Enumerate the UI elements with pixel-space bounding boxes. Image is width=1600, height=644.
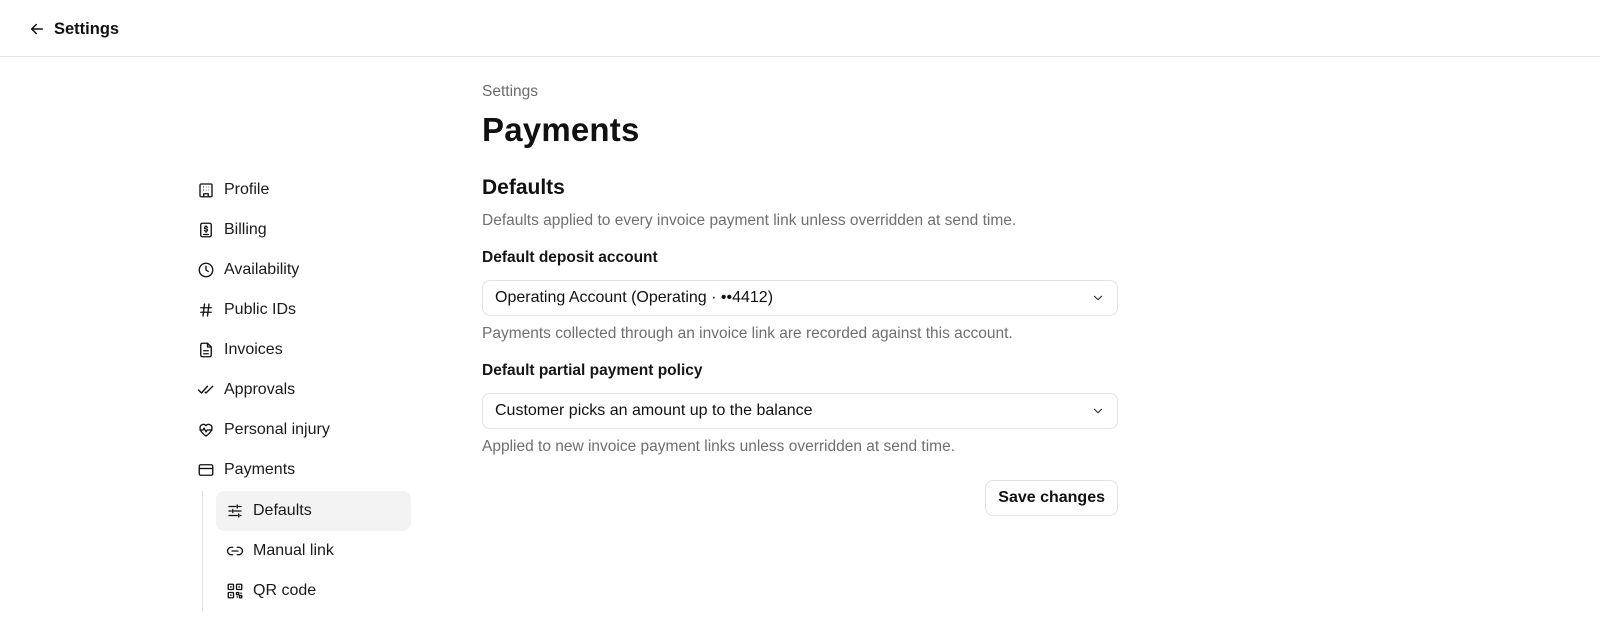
form-actions: Save changes — [482, 480, 1118, 516]
sidebar-subitem-label: Defaults — [253, 502, 312, 519]
sidebar-item-payments[interactable]: Payments — [190, 450, 420, 490]
arrow-left-icon — [31, 23, 43, 35]
settings-sidebar: Profile Billing Availability Public IDs … — [190, 170, 420, 611]
dollar-receipt-icon — [200, 222, 212, 238]
sidebar-item-label: Billing — [224, 221, 267, 238]
chevron-down-icon — [1093, 295, 1103, 301]
sidebar-item-public-ids[interactable]: Public IDs — [190, 290, 420, 330]
chevron-down-icon — [1093, 408, 1103, 414]
page-title: Payments — [482, 111, 640, 148]
sidebar-item-label: Public IDs — [224, 301, 297, 318]
sidebar-item-billing[interactable]: Billing — [190, 210, 420, 250]
section-description: Defaults applied to every invoice paymen… — [482, 212, 1017, 229]
sidebar-item-invoices[interactable]: Invoices — [190, 330, 420, 370]
deposit-account-label: Default deposit account — [482, 249, 658, 266]
partial-payment-help: Applied to new invoice payment links unl… — [482, 438, 956, 455]
main-content: Settings Payments Defaults Defaults appl… — [482, 83, 1118, 516]
sidebar-subitem-label: QR code — [253, 582, 317, 599]
back-button[interactable]: Settings — [28, 16, 119, 42]
credit-card-icon — [198, 464, 214, 476]
sidebar-item-label: Payments — [224, 461, 296, 478]
sidebar-subitem-label: Manual link — [253, 542, 334, 559]
sidebar-subitem-manual-link[interactable]: Manual link — [216, 531, 411, 571]
payments-subnav: Defaults Manual link QR code — [202, 491, 411, 611]
partial-payment-value: Customer picks an amount up to the balan… — [495, 402, 813, 419]
partial-payment-select[interactable]: Customer picks an amount up to the balan… — [482, 393, 1118, 429]
section-title: Defaults — [482, 176, 565, 199]
save-changes-button[interactable]: Save changes — [985, 480, 1118, 516]
sidebar-item-label: Invoices — [224, 341, 283, 358]
building-icon — [199, 183, 213, 198]
clock-icon — [198, 262, 214, 278]
link-icon — [226, 546, 244, 556]
deposit-account-help: Payments collected through an invoice li… — [482, 325, 1013, 342]
sidebar-item-approvals[interactable]: Approvals — [190, 370, 420, 410]
sidebar-item-label: Personal injury — [224, 421, 330, 438]
sidebar-item-label: Availability — [224, 261, 300, 278]
sidebar-subitem-defaults[interactable]: Defaults — [216, 491, 411, 531]
back-label: Settings — [54, 19, 120, 38]
sidebar-item-profile[interactable]: Profile — [190, 170, 420, 210]
deposit-account-select[interactable]: Operating Account (Operating · ••4412) — [482, 280, 1118, 316]
sidebar-subitem-qr-code[interactable]: QR code — [216, 571, 411, 611]
partial-payment-label: Default partial payment policy — [482, 362, 703, 379]
heart-pulse-icon — [199, 423, 213, 437]
top-bar: Settings — [0, 0, 1600, 57]
document-icon — [200, 342, 212, 358]
hash-icon — [200, 303, 212, 317]
breadcrumb: Settings — [482, 83, 539, 100]
sidebar-item-availability[interactable]: Availability — [190, 250, 420, 290]
sidebar-item-personal-injury[interactable]: Personal injury — [190, 410, 420, 450]
sidebar-item-label: Approvals — [224, 381, 296, 398]
double-check-icon — [197, 385, 214, 394]
sidebar-item-label: Profile — [224, 181, 270, 198]
qr-code-icon — [227, 583, 243, 599]
sliders-icon — [228, 504, 242, 518]
deposit-account-value: Operating Account (Operating · ••4412) — [495, 289, 774, 306]
